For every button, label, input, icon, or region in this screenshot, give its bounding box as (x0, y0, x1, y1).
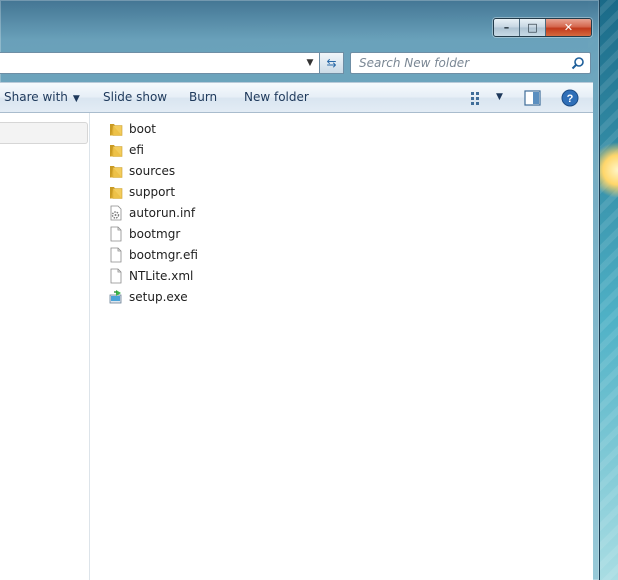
maximize-button[interactable]: □ (520, 19, 546, 36)
file-list: boot efi sources support autorun.inf boo… (105, 118, 204, 307)
file-icon (110, 226, 122, 241)
file-name: boot (129, 121, 157, 136)
file-name: autorun.inf (129, 205, 196, 220)
command-bar: Share with ▼ Slide show Burn New folder ▼… (0, 82, 593, 113)
view-options-dropdown[interactable]: ▼ (496, 83, 503, 112)
list-item[interactable]: support (105, 181, 204, 202)
svg-text:?: ? (567, 93, 574, 105)
slide-show-button[interactable]: Slide show (103, 83, 167, 112)
close-button[interactable]: ✕ (546, 19, 591, 36)
refresh-button[interactable]: ⇆ (320, 52, 344, 74)
list-item[interactable]: autorun.inf (105, 202, 204, 223)
file-name: bootmgr.efi (129, 247, 198, 262)
address-bar[interactable]: ▼ (0, 52, 320, 74)
explorer-window: – □ ✕ ▼ ⇆ Search New folder Share with ▼ … (0, 0, 600, 580)
search-input[interactable]: Search New folder (350, 52, 591, 74)
file-name: bootmgr (129, 226, 181, 241)
folder-icon (110, 165, 123, 178)
list-item[interactable]: efi (105, 139, 204, 160)
minimize-button[interactable]: – (494, 19, 520, 36)
list-item[interactable]: bootmgr.efi (105, 244, 204, 265)
settings-file-icon (110, 205, 122, 220)
file-name: efi (129, 142, 144, 157)
file-icon (110, 247, 122, 262)
file-name: NTLite.xml (129, 268, 194, 283)
list-item[interactable]: sources (105, 160, 204, 181)
folder-icon (110, 144, 123, 157)
list-item[interactable]: bootmgr (105, 223, 204, 244)
navigation-pane[interactable] (0, 113, 90, 580)
title-bar[interactable]: – □ ✕ (0, 0, 600, 50)
share-with-button[interactable]: Share with ▼ (4, 83, 80, 112)
search-placeholder: Search New folder (359, 56, 470, 70)
file-icon (110, 268, 122, 283)
file-name: setup.exe (129, 289, 188, 304)
folder-icon (110, 186, 123, 199)
file-name: sources (129, 163, 176, 178)
help-icon[interactable]: ? (561, 89, 579, 107)
content-area: boot efi sources support autorun.inf boo… (0, 113, 593, 580)
chevron-down-icon: ▼ (72, 94, 80, 104)
file-name: support (129, 184, 176, 199)
nav-selected-item[interactable] (0, 122, 88, 144)
search-icon[interactable] (571, 56, 585, 70)
window-controls: – □ ✕ (493, 18, 592, 37)
new-folder-button[interactable]: New folder (244, 83, 309, 112)
chevron-down-icon[interactable]: ▼ (303, 56, 317, 70)
preview-pane-icon[interactable] (524, 90, 541, 106)
folder-icon (110, 123, 123, 136)
installer-icon (109, 289, 122, 303)
list-item[interactable]: boot (105, 118, 204, 139)
refresh-icon: ⇆ (326, 56, 337, 70)
list-item[interactable]: setup.exe (105, 286, 204, 307)
burn-button[interactable]: Burn (189, 83, 217, 112)
list-item[interactable]: NTLite.xml (105, 265, 204, 286)
share-with-label: Share with (4, 90, 68, 104)
change-view-icon[interactable] (470, 90, 486, 106)
